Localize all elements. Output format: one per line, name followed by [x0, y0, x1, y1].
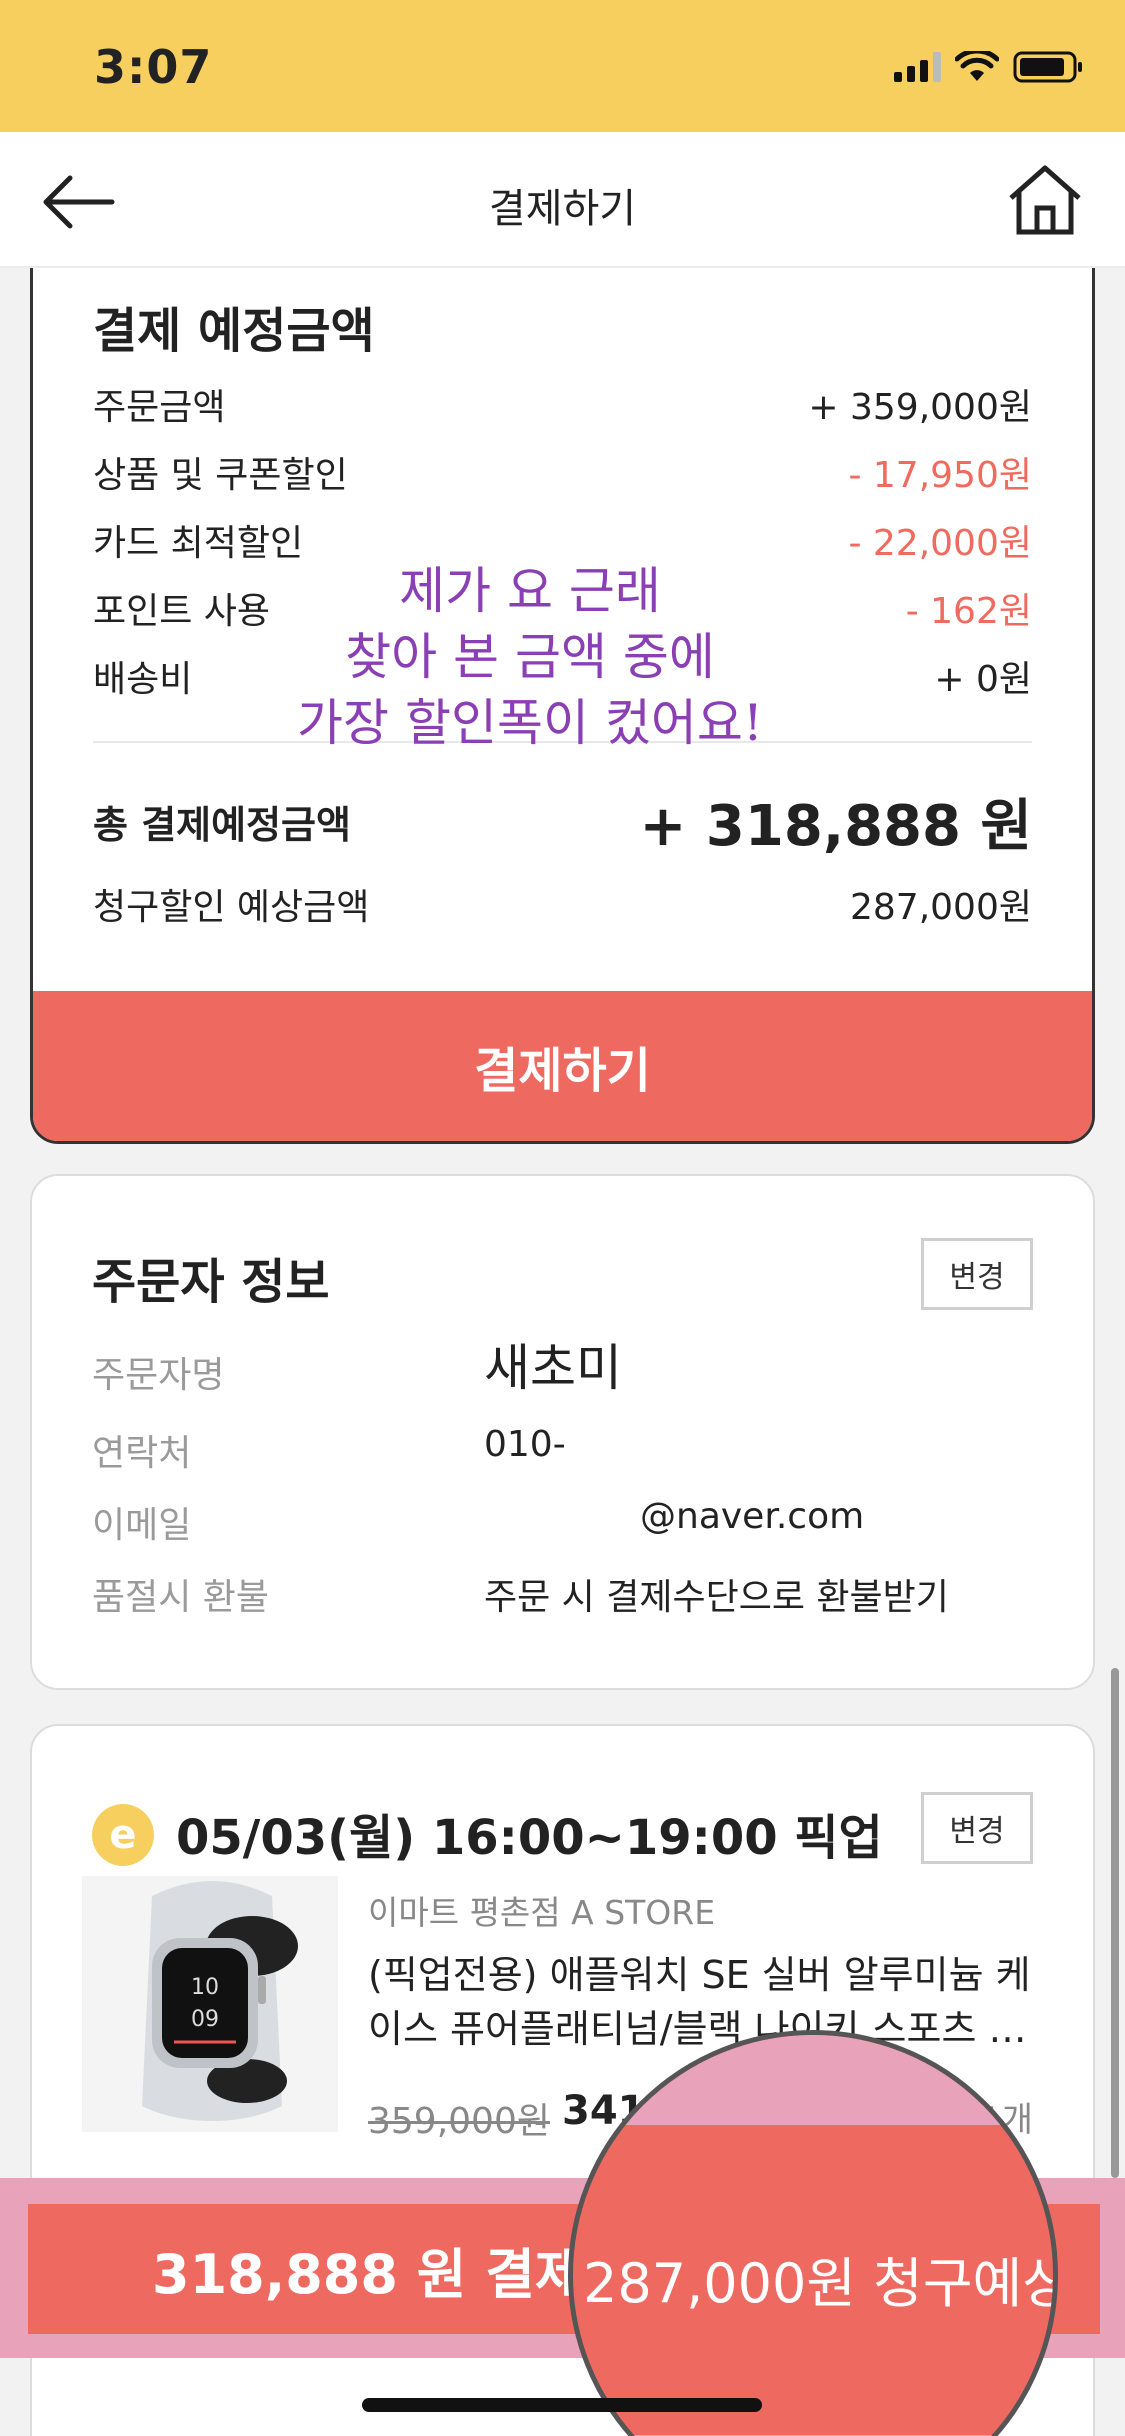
row-label: 주문금액	[93, 387, 226, 428]
billing-value: 287,000원	[850, 887, 1032, 928]
row-value: - 162원	[905, 591, 1032, 632]
row-label: 상품 및 쿠폰할인	[93, 455, 348, 496]
status-time: 3:07	[94, 40, 213, 94]
orderer-refund-row: 품절시 환불 주문 시 결제수단으로 환불받기	[92, 1568, 1033, 1624]
payment-summary-title: 결제 예정금액	[93, 303, 375, 359]
orderer-phone-row: 연락처 010-	[92, 1424, 1033, 1480]
original-price: 359,000원	[368, 2101, 550, 2142]
summary-row-order-amount: 주문금액 + 359,000원	[93, 379, 1032, 429]
svg-text:10: 10	[191, 1975, 219, 2000]
total-row: 총 결제예정금액 + 318,888 원	[93, 781, 1032, 861]
pickup-change-button[interactable]: 변경	[921, 1792, 1033, 1864]
product-image[interactable]: 10 09	[82, 1876, 338, 2132]
annotation-line: 가장 할인폭이 컸어요!	[297, 694, 763, 752]
row-value: - 17,950원	[848, 455, 1032, 496]
status-bar: 3:07	[0, 0, 1125, 132]
info-label: 이메일	[92, 1505, 192, 1546]
pickup-title: 05/03(월) 16:00~19:00 픽업	[176, 1810, 883, 1866]
info-value: 주문 시 결제수단으로 환불받기	[484, 1577, 949, 1618]
annotation-line: 제가 요 근래	[399, 562, 661, 620]
svg-text:09: 09	[191, 2007, 219, 2032]
row-label: 배송비	[93, 659, 193, 700]
info-value: 010-	[484, 1424, 566, 1465]
page-title: 결제하기	[488, 186, 637, 232]
wifi-icon	[955, 51, 999, 81]
billing-label: 청구할인 예상금액	[93, 887, 370, 928]
magnifier-callout: 287,000원 청구예상	[568, 2030, 1058, 2436]
billing-discount-row: 청구할인 예상금액 287,000원	[93, 879, 1032, 929]
scrollbar[interactable]	[1111, 1668, 1119, 2178]
magnified-billing-text: 287,000원 청구예상	[583, 2252, 1058, 2315]
status-icons	[894, 50, 1085, 84]
home-indicator	[362, 2398, 762, 2412]
info-label: 주문자명	[92, 1355, 225, 1396]
orderer-name-row: 주문자명 새초미	[92, 1339, 1033, 1402]
battery-icon	[1013, 51, 1082, 83]
signal-icon	[894, 52, 941, 82]
orderer-info-card: 주문자 정보 변경 주문자명 새초미 연락처 010- 이메일 @naver.c…	[30, 1174, 1095, 1690]
annotation-note: 제가 요 근래 찾아 본 금액 중에 가장 할인폭이 컸어요!	[230, 558, 830, 756]
store-name: 이마트 평촌점 A STORE	[368, 1893, 716, 1932]
total-label: 총 결제예정금액	[93, 802, 351, 847]
home-icon[interactable]	[1005, 162, 1085, 238]
total-value: + 318,888 원	[639, 793, 1033, 859]
annotation-line: 찾아 본 금액 중에	[345, 628, 715, 686]
summary-row-coupon-discount: 상품 및 쿠폰할인 - 17,950원	[93, 447, 1032, 497]
magnifier-band	[573, 2035, 1053, 2125]
row-value: + 0원	[934, 659, 1032, 700]
orderer-title: 주문자 정보	[92, 1254, 330, 1310]
orderer-email-row: 이메일 @naver.com	[92, 1496, 1033, 1552]
emart-badge-icon: e	[92, 1804, 154, 1866]
app-header: 결제하기	[0, 132, 1125, 268]
pay-button[interactable]: 결제하기	[33, 991, 1092, 1141]
row-value: - 22,000원	[848, 523, 1032, 564]
orderer-change-button[interactable]: 변경	[921, 1238, 1033, 1310]
apple-watch-icon: 10 09	[82, 1876, 338, 2132]
info-label: 연락처	[92, 1433, 192, 1474]
info-value: 새초미	[484, 1339, 622, 1397]
row-value: + 359,000원	[808, 387, 1032, 428]
info-label: 품절시 환불	[92, 1577, 270, 1618]
info-value: @naver.com	[640, 1496, 865, 1537]
